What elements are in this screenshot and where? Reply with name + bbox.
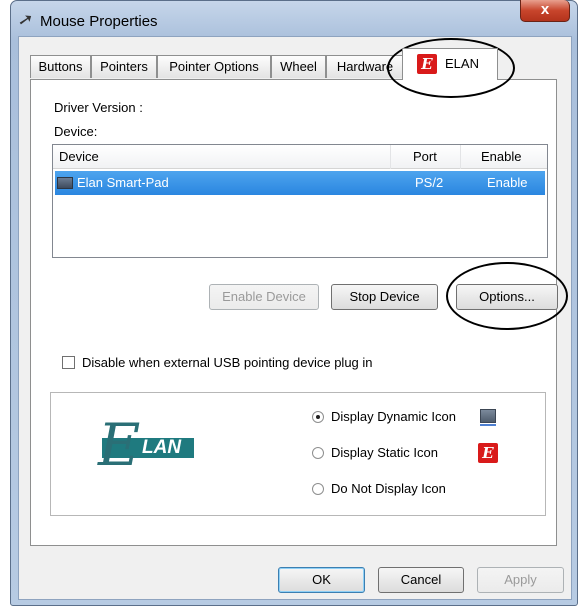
apply-button[interactable]: Apply	[477, 567, 564, 593]
cancel-button[interactable]: Cancel	[378, 567, 464, 593]
tab-elan-label: ELAN	[445, 56, 479, 71]
radio-no-icon-label[interactable]: Do Not Display Icon	[331, 481, 446, 496]
enable-device-button[interactable]: Enable Device	[209, 284, 319, 310]
ok-button[interactable]: OK	[278, 567, 365, 593]
row-enable: Enable	[487, 175, 528, 190]
close-button[interactable]: x	[520, 0, 570, 22]
driver-version-label: Driver Version :	[54, 100, 143, 115]
tab-pointers[interactable]: Pointers	[91, 55, 157, 78]
window-title: Mouse Properties	[40, 13, 158, 30]
tab-wheel[interactable]: Wheel	[271, 55, 326, 78]
tab-elan[interactable]: E ELAN	[402, 48, 498, 80]
elan-logo-icon: E	[417, 54, 437, 74]
radio-dynamic-icon-label[interactable]: Display Dynamic Icon	[331, 409, 456, 424]
row-port: PS/2	[415, 175, 444, 190]
logo-letter: E	[98, 411, 141, 479]
radio-static-icon[interactable]	[312, 447, 324, 459]
mouse-icon: ➚	[16, 8, 35, 31]
column-port[interactable]: Port	[391, 145, 461, 169]
static-icon-preview: E	[478, 443, 498, 463]
disable-usb-checkbox[interactable]	[62, 356, 75, 369]
radio-no-icon[interactable]	[312, 483, 324, 495]
radio-static-icon-label[interactable]: Display Static Icon	[331, 445, 438, 460]
row-device-name: Elan Smart-Pad	[77, 175, 169, 190]
table-row[interactable]: Elan Smart-Pad PS/2 Enable	[55, 171, 545, 195]
elan-brand-logo: E LAN	[98, 416, 203, 482]
device-list[interactable]: Device Port Enable Elan Smart-Pad PS/2 E…	[52, 144, 548, 258]
column-device[interactable]: Device	[53, 145, 391, 169]
logo-text: LAN	[142, 437, 182, 458]
column-enable[interactable]: Enable	[461, 145, 547, 169]
touchpad-icon	[57, 177, 73, 189]
dynamic-icon-base	[480, 424, 496, 426]
tab-pointer-options[interactable]: Pointer Options	[157, 55, 271, 78]
tab-buttons[interactable]: Buttons	[30, 55, 91, 78]
disable-usb-label[interactable]: Disable when external USB pointing devic…	[82, 355, 373, 370]
radio-dynamic-icon[interactable]	[312, 411, 324, 423]
device-list-header: Device Port Enable	[53, 145, 547, 169]
dynamic-icon-preview	[480, 409, 496, 423]
highlight-oval-options	[446, 262, 568, 330]
device-label: Device:	[54, 124, 98, 139]
stop-device-button[interactable]: Stop Device	[331, 284, 438, 310]
